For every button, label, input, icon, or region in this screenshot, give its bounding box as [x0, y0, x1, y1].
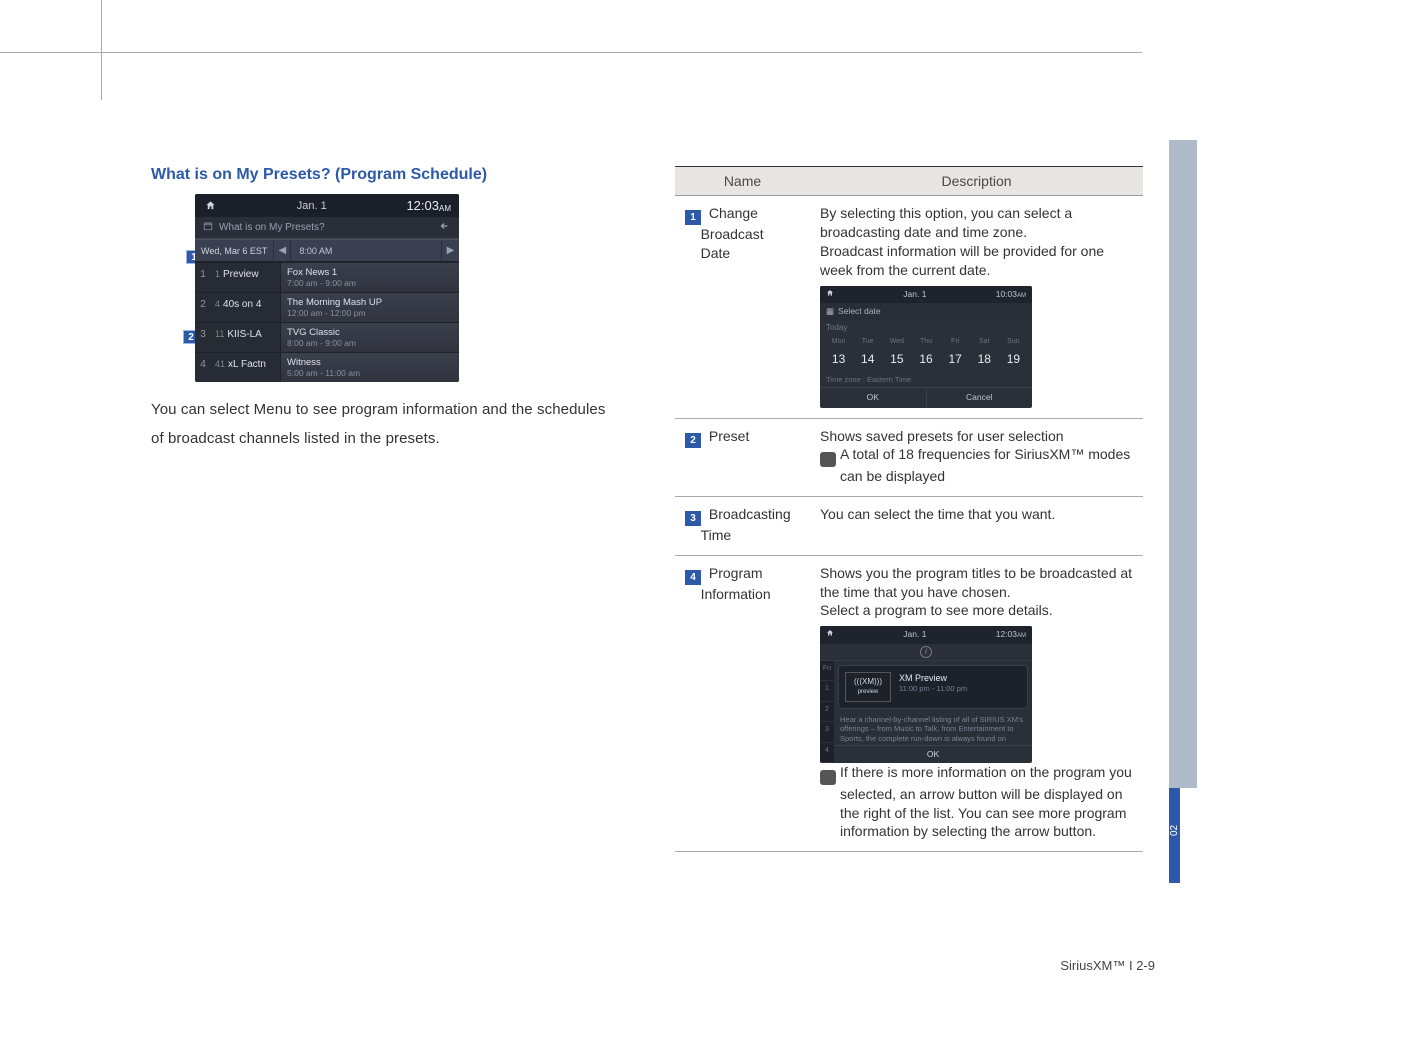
date-time-bar: Wed, Mar 6 EST ◀ 8:00 AM ▶	[195, 239, 459, 262]
table-row: 4 Program00InformationShows you the prog…	[675, 555, 1143, 852]
chapter-tabs: 02	[1169, 140, 1197, 883]
callout-badge: 1	[685, 210, 701, 225]
name-cell: 1 Change00Broadcast00Date	[675, 196, 810, 419]
row-index: 2	[195, 293, 211, 322]
info-icon: i	[820, 770, 836, 785]
preset-row[interactable]: 441xL FactnWitness5:00 am - 11:00 am	[195, 352, 459, 382]
body-paragraph: You can select Menu to see program infor…	[151, 396, 619, 453]
status-date: Jan. 1	[221, 200, 402, 212]
page-body: What is on My Presets? (Program Schedule…	[151, 166, 1143, 852]
name-cell: 4 Program00Information	[675, 555, 810, 852]
callout-badge: 2	[685, 433, 701, 448]
left-column: What is on My Presets? (Program Schedule…	[151, 166, 619, 852]
back-icon[interactable]	[433, 221, 451, 234]
time-next-button[interactable]: ▶	[441, 240, 459, 261]
name-cell: 2 Preset	[675, 418, 810, 496]
th-desc: Description	[810, 167, 1143, 196]
broadcast-date-field[interactable]: Wed, Mar 6 EST	[195, 241, 273, 261]
name-cell: 3 Broadcasting00Time	[675, 496, 810, 555]
preset-cell: 1Preview	[211, 263, 281, 292]
program-cell: Fox News 17:00 am - 9:00 am	[281, 263, 459, 292]
desc-cell: Shows saved presets for user selectioniA…	[810, 418, 1143, 496]
status-time: 12:03AM	[406, 198, 451, 213]
row-index: 3	[195, 323, 211, 352]
ok-button[interactable]: OK	[834, 745, 1032, 763]
program-cell: TVG Classic8:00 am - 9:00 am	[281, 323, 459, 352]
crop-guide-h	[0, 52, 1142, 53]
row-index: 4	[195, 353, 211, 382]
screen-title-bar: What is on My Presets?	[195, 217, 459, 239]
desc-cell: Shows you the program titles to be broad…	[810, 555, 1143, 852]
program-cell: Witness5:00 am - 11:00 am	[281, 353, 459, 382]
preset-row[interactable]: 11PreviewFox News 17:00 am - 9:00 am	[195, 262, 459, 292]
row-index: 1	[195, 263, 211, 292]
description-table: Name Description 1 Change00Broadcast00Da…	[675, 166, 1143, 852]
callout-badge: 3	[685, 511, 701, 526]
time-prev-button[interactable]: ◀	[273, 240, 291, 261]
preset-row[interactable]: 2440s on 4The Morning Mash UP12:00 am - …	[195, 292, 459, 322]
mini-screenshot-program: Jan. 112:03AMiFri1234(((XM)))previewXM P…	[820, 626, 1032, 763]
day-button[interactable]: 13	[824, 349, 853, 369]
day-button[interactable]: 19	[999, 349, 1028, 369]
crop-guide-v	[101, 0, 102, 100]
section-title: What is on My Presets? (Program Schedule…	[151, 166, 619, 184]
table-row: 1 Change00Broadcast00DateBy selecting th…	[675, 196, 1143, 419]
preset-cell: 41xL Factn	[211, 353, 281, 382]
ok-button[interactable]: OK	[820, 387, 926, 407]
calendar-icon: ▦	[826, 306, 834, 317]
preset-cell: 440s on 4	[211, 293, 281, 322]
xm-logo-icon: (((XM)))preview	[845, 672, 891, 702]
day-button[interactable]: 17	[941, 349, 970, 369]
info-icon: i	[820, 644, 1032, 661]
table-row: 2 PresetShows saved presets for user sel…	[675, 418, 1143, 496]
preset-cell: 11KIIS-LA	[211, 323, 281, 352]
chapter-tab-inactive	[1169, 140, 1197, 788]
calendar-icon	[203, 221, 213, 234]
right-column: Name Description 1 Change00Broadcast00Da…	[675, 166, 1143, 852]
callout-badge: 4	[685, 570, 701, 585]
preset-row[interactable]: 311KIIS-LATVG Classic8:00 am - 9:00 am	[195, 322, 459, 352]
program-cell: The Morning Mash UP12:00 am - 12:00 pm	[281, 293, 459, 322]
page-footer: SiriusXM™ I 2-9	[1060, 958, 1155, 973]
cancel-button[interactable]: Cancel	[926, 387, 1033, 407]
screen-title: What is on My Presets?	[219, 222, 325, 233]
day-button[interactable]: 14	[853, 349, 882, 369]
day-button[interactable]: 16	[911, 349, 940, 369]
info-icon: i	[820, 452, 836, 467]
main-screenshot: Jan. 1 12:03AM What is on My Presets? We…	[195, 194, 459, 382]
home-icon[interactable]	[203, 199, 217, 213]
desc-cell: By selecting this option, you can select…	[810, 196, 1143, 419]
day-button[interactable]: 15	[882, 349, 911, 369]
desc-cell: You can select the time that you want.	[810, 496, 1143, 555]
home-icon	[826, 289, 834, 300]
day-button[interactable]: 18	[970, 349, 999, 369]
th-name: Name	[675, 167, 810, 196]
broadcast-time-field[interactable]: 8:00 AM	[291, 241, 441, 261]
table-row: 3 Broadcasting00TimeYou can select the t…	[675, 496, 1143, 555]
home-icon	[826, 629, 834, 640]
status-bar: Jan. 1 12:03AM	[195, 194, 459, 217]
chapter-tab-active[interactable]: 02	[1169, 788, 1180, 883]
mini-screenshot-date: Jan. 110:03AM▦Select dateTodayMonTueWedT…	[820, 286, 1032, 408]
